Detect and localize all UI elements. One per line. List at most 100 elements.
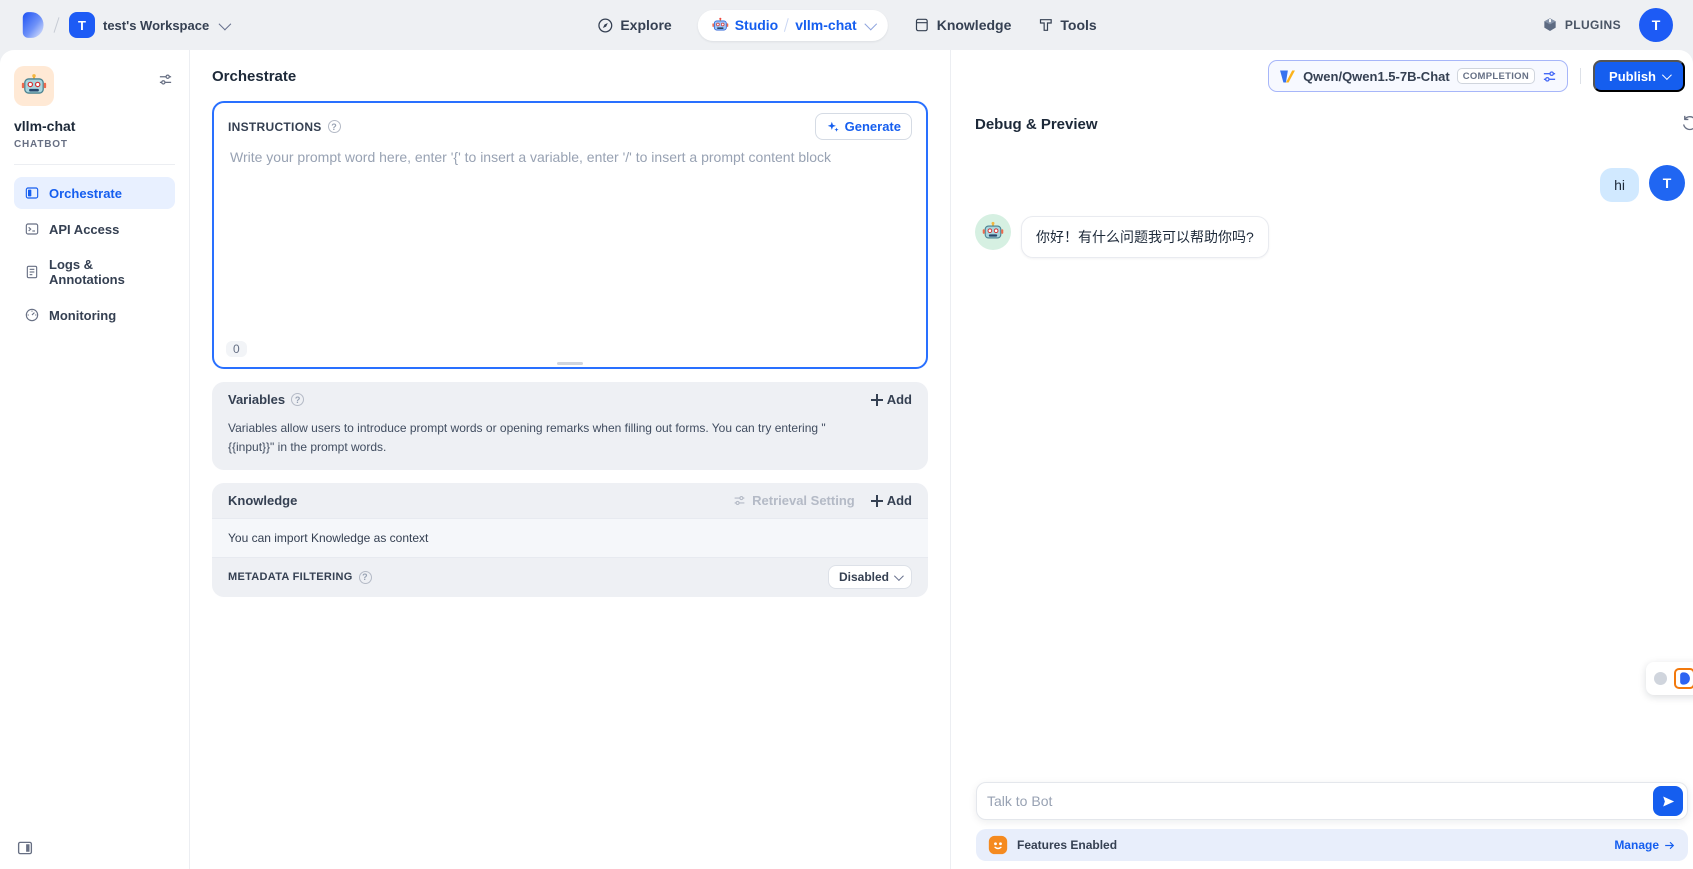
- add-knowledge-button[interactable]: Add: [871, 493, 912, 508]
- widget-app-icon: [1674, 668, 1693, 689]
- nav-studio-label: Studio: [735, 17, 779, 33]
- divider: [14, 164, 175, 165]
- sidebar-item-monitoring[interactable]: Monitoring: [14, 299, 175, 331]
- collapse-sidebar-icon[interactable]: [16, 839, 34, 857]
- chevron-down-icon: [1662, 70, 1672, 80]
- features-label: Features Enabled: [1017, 838, 1605, 852]
- arrow-right-icon: [1663, 839, 1676, 852]
- user-avatar[interactable]: T: [1639, 8, 1673, 42]
- debug-preview-title: Debug & Preview: [975, 116, 1098, 133]
- model-selector[interactable]: Qwen/Qwen1.5-7B-Chat COMPLETION: [1268, 60, 1568, 92]
- metadata-filtering-row: METADATA FILTERING Disabled: [212, 558, 928, 597]
- sidebar-item-label: API Access: [49, 222, 119, 237]
- sidebar-item-label: Logs & Annotations: [49, 257, 165, 287]
- assistant-message-row: 你好！有什么问题我可以帮助你吗?: [975, 214, 1685, 258]
- plus-icon: [871, 495, 883, 507]
- nav-plugins[interactable]: PLUGINS: [1542, 17, 1621, 33]
- debug-preview-panel: Debug & Preview hi T: [950, 50, 1693, 869]
- chat-input-bar: [976, 782, 1688, 820]
- assistant-message-bubble: 你好！有什么问题我可以帮助你吗?: [1021, 216, 1269, 258]
- features-bar: Features Enabled Manage: [976, 829, 1688, 861]
- metadata-filtering-value: Disabled: [839, 570, 889, 584]
- sidebar-item-label: Monitoring: [49, 308, 116, 323]
- bot-chat-avatar: [975, 214, 1011, 250]
- sidebar-app-type: CHATBOT: [14, 139, 175, 150]
- manage-link[interactable]: Manage: [1614, 838, 1676, 852]
- logs-document-icon: [24, 264, 40, 280]
- tools-hammer-icon: [1037, 17, 1053, 33]
- metadata-filtering-select[interactable]: Disabled: [828, 565, 912, 589]
- nav-explore[interactable]: Explore: [596, 17, 671, 34]
- dify-logo[interactable]: [20, 11, 44, 39]
- help-icon[interactable]: [328, 120, 341, 133]
- sidebar-app-name: vllm-chat: [14, 118, 175, 134]
- resize-handle[interactable]: [557, 362, 583, 365]
- app-settings-icon[interactable]: [158, 72, 173, 87]
- breadcrumb-separator: [54, 17, 60, 33]
- header-actions: Qwen/Qwen1.5-7B-Chat COMPLETION Publish: [1268, 60, 1685, 92]
- chevron-down-icon: [894, 571, 904, 581]
- variables-title: Variables: [228, 392, 285, 407]
- workspace-name[interactable]: test's Workspace: [103, 18, 209, 33]
- workspace-avatar[interactable]: T: [69, 12, 95, 38]
- retrieval-setting-label: Retrieval Setting: [752, 493, 855, 508]
- sparkles-icon: [826, 120, 840, 134]
- nav-tools-label: Tools: [1060, 17, 1096, 33]
- knowledge-title: Knowledge: [228, 493, 297, 508]
- page-title: Orchestrate: [212, 68, 928, 85]
- floating-widget[interactable]: [1646, 662, 1693, 695]
- model-config-sliders-icon[interactable]: [1542, 69, 1557, 84]
- vllm-logo-icon: [1279, 68, 1296, 85]
- features-icon: [988, 835, 1008, 855]
- breadcrumb-separator: [784, 18, 789, 32]
- variables-panel: Variables Add Variables allow users to i…: [212, 382, 928, 470]
- prompt-editor[interactable]: Write your prompt word here, enter '{' t…: [214, 144, 926, 304]
- help-icon[interactable]: [291, 393, 304, 406]
- char-count: 0: [226, 341, 247, 357]
- variables-description: Variables allow users to introduce promp…: [212, 417, 872, 470]
- add-variable-button[interactable]: Add: [871, 392, 912, 407]
- nav-app-name: vllm-chat: [795, 17, 856, 33]
- widget-dot-icon: [1654, 672, 1667, 685]
- manage-label: Manage: [1614, 838, 1659, 852]
- publish-button[interactable]: Publish: [1593, 60, 1685, 92]
- restart-conversation-icon[interactable]: [1681, 114, 1693, 132]
- terminal-icon: [24, 221, 40, 237]
- generate-button[interactable]: Generate: [815, 113, 912, 140]
- generate-label: Generate: [845, 119, 901, 134]
- help-icon[interactable]: [359, 571, 372, 584]
- retrieval-setting-button[interactable]: Retrieval Setting: [733, 493, 855, 508]
- sidebar-item-orchestrate[interactable]: Orchestrate: [14, 177, 175, 209]
- sidebar-item-logs-annotations[interactable]: Logs & Annotations: [14, 249, 175, 295]
- sidebar-item-label: Orchestrate: [49, 186, 122, 201]
- publish-label: Publish: [1609, 69, 1656, 84]
- top-nav: T test's Workspace Explore: [0, 0, 1693, 50]
- send-button[interactable]: [1653, 786, 1683, 816]
- nav-knowledge[interactable]: Knowledge: [914, 17, 1012, 33]
- robot-icon: [712, 17, 729, 34]
- sidebar-item-api-access[interactable]: API Access: [14, 213, 175, 245]
- nav-studio-pill[interactable]: Studio vllm-chat: [698, 10, 888, 41]
- user-message-bubble: hi: [1600, 168, 1639, 202]
- plugins-box-icon: [1542, 17, 1558, 33]
- user-message-row: hi T: [975, 165, 1685, 202]
- chevron-down-icon[interactable]: [864, 17, 877, 30]
- nav-knowledge-label: Knowledge: [937, 17, 1012, 33]
- knowledge-book-icon: [914, 17, 930, 33]
- chevron-down-icon[interactable]: [219, 17, 232, 30]
- chat-area: hi T 你好！有什么问题我可以帮助你吗?: [975, 165, 1685, 258]
- explore-compass-icon: [596, 17, 613, 34]
- talk-to-bot-input[interactable]: [987, 793, 1653, 809]
- add-label: Add: [887, 392, 912, 407]
- add-label: Add: [887, 493, 912, 508]
- plus-icon: [871, 394, 883, 406]
- user-chat-avatar: T: [1649, 165, 1685, 201]
- monitoring-gauge-icon: [24, 307, 40, 323]
- nav-tools[interactable]: Tools: [1037, 17, 1096, 33]
- app-icon[interactable]: [14, 66, 54, 106]
- metadata-filtering-label: METADATA FILTERING: [228, 571, 353, 583]
- nav-plugins-label: PLUGINS: [1565, 18, 1621, 32]
- model-name: Qwen/Qwen1.5-7B-Chat: [1303, 69, 1450, 84]
- knowledge-panel: Knowledge Retrieval Setting: [212, 483, 928, 597]
- orchestrate-panel: Orchestrate INSTRUCTIONS Generate: [190, 50, 950, 869]
